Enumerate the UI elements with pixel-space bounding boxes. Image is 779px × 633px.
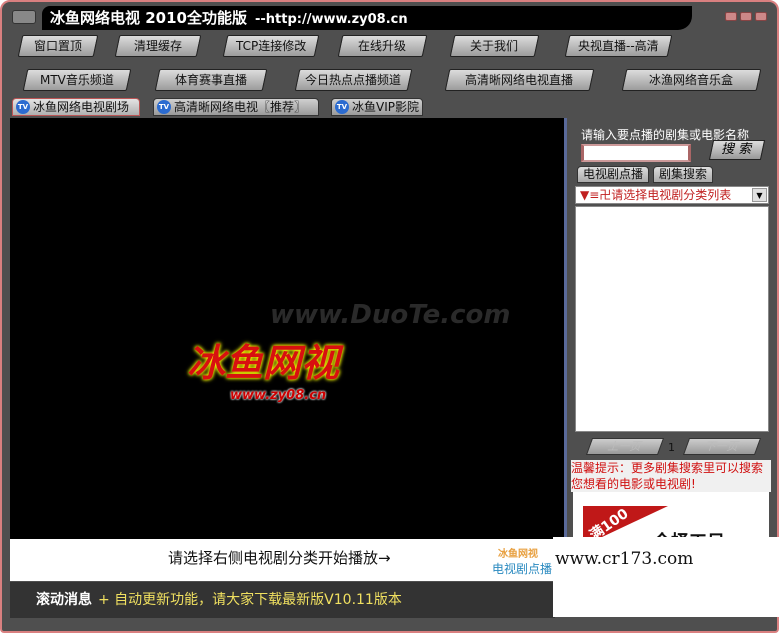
chevron-down-icon[interactable]: ▼ — [752, 188, 767, 202]
tip-text: 温馨提示：更多剧集搜索里可以搜索您想看的电影或电视剧! — [571, 460, 771, 492]
tv-icon: TV — [157, 100, 171, 114]
hint-link[interactable]: 电视剧点播 — [492, 560, 552, 577]
series-list[interactable] — [575, 206, 769, 432]
page-number: 1 — [668, 441, 675, 454]
maximize-icon[interactable] — [740, 12, 752, 21]
play-hint: 请选择右侧电视剧分类开始播放→ — [10, 539, 557, 581]
tab-theater[interactable]: TV 冰鱼网络电视剧场 — [12, 98, 140, 116]
player-logo-url: www.zy08.cn — [230, 388, 327, 403]
next-page-button[interactable]: 下一页 — [682, 438, 762, 455]
mtv-button[interactable]: MTV音乐频道 — [22, 69, 132, 91]
ad-banner[interactable]: 满100今择工日 — [573, 492, 769, 542]
scroll-ticker: 滚动消息 + 自动更新功能，请大家下载最新版V10.11版本 — [10, 582, 555, 618]
music-box-button[interactable]: 冰渔网络音乐盒 — [621, 69, 762, 91]
tv-icon: TV — [16, 100, 30, 114]
ticker-label: 滚动消息 — [36, 592, 92, 608]
tab-vip[interactable]: TV 冰鱼VIP影院 — [331, 98, 423, 116]
search-button[interactable]: 搜 索 — [708, 140, 766, 160]
app-title: 冰鱼网络电视 2010全功能版 — [50, 9, 247, 27]
title-bar[interactable]: 冰鱼网络电视 2010全功能版 --http://www.zy08.cn — [42, 6, 692, 30]
hint-logo: 冰鱼网视 — [498, 549, 538, 560]
pin-window-button[interactable]: 窗口置顶 — [17, 35, 99, 57]
window-controls — [725, 12, 767, 21]
about-button[interactable]: 关于我们 — [449, 35, 540, 57]
watermark: www.DuoTe.com — [270, 300, 511, 330]
online-upgrade-button[interactable]: 在线升级 — [337, 35, 428, 57]
cctv-live-button[interactable]: 央视直播--高清 — [564, 35, 673, 57]
hot-vod-button[interactable]: 今日热点点播频道 — [294, 69, 413, 91]
tv-icon: TV — [335, 100, 349, 114]
category-select[interactable]: ▼≡卍请选择电视剧分类列表 ▼ — [575, 186, 769, 204]
tab-series-search[interactable]: 剧集搜索 — [653, 166, 714, 183]
site-watermark-overlay: www.cr173.com — [553, 537, 779, 617]
search-input[interactable] — [581, 144, 691, 162]
title-url: --http://www.zy08.cn — [254, 12, 408, 27]
window-menu-icon[interactable] — [12, 10, 36, 24]
player-logo: 冰鱼网视 — [187, 341, 340, 385]
minimize-icon[interactable] — [725, 12, 737, 21]
tab-hd-tv[interactable]: TV 高清晰网络电视〖推荐〗 — [153, 98, 319, 116]
sports-button[interactable]: 体育赛事直播 — [154, 69, 268, 91]
prev-page-button[interactable]: 上一页 — [585, 438, 665, 455]
close-icon[interactable] — [755, 12, 767, 21]
tcp-modify-button[interactable]: TCP连接修改 — [222, 35, 320, 57]
clear-cache-button[interactable]: 清理缓存 — [114, 35, 202, 57]
ticker-message: + 自动更新功能，请大家下载最新版V10.11版本 — [98, 592, 402, 608]
tab-tv-vod[interactable]: 电视剧点播 — [577, 166, 650, 183]
hd-live-button[interactable]: 高清晰网络电视直播 — [444, 69, 595, 91]
